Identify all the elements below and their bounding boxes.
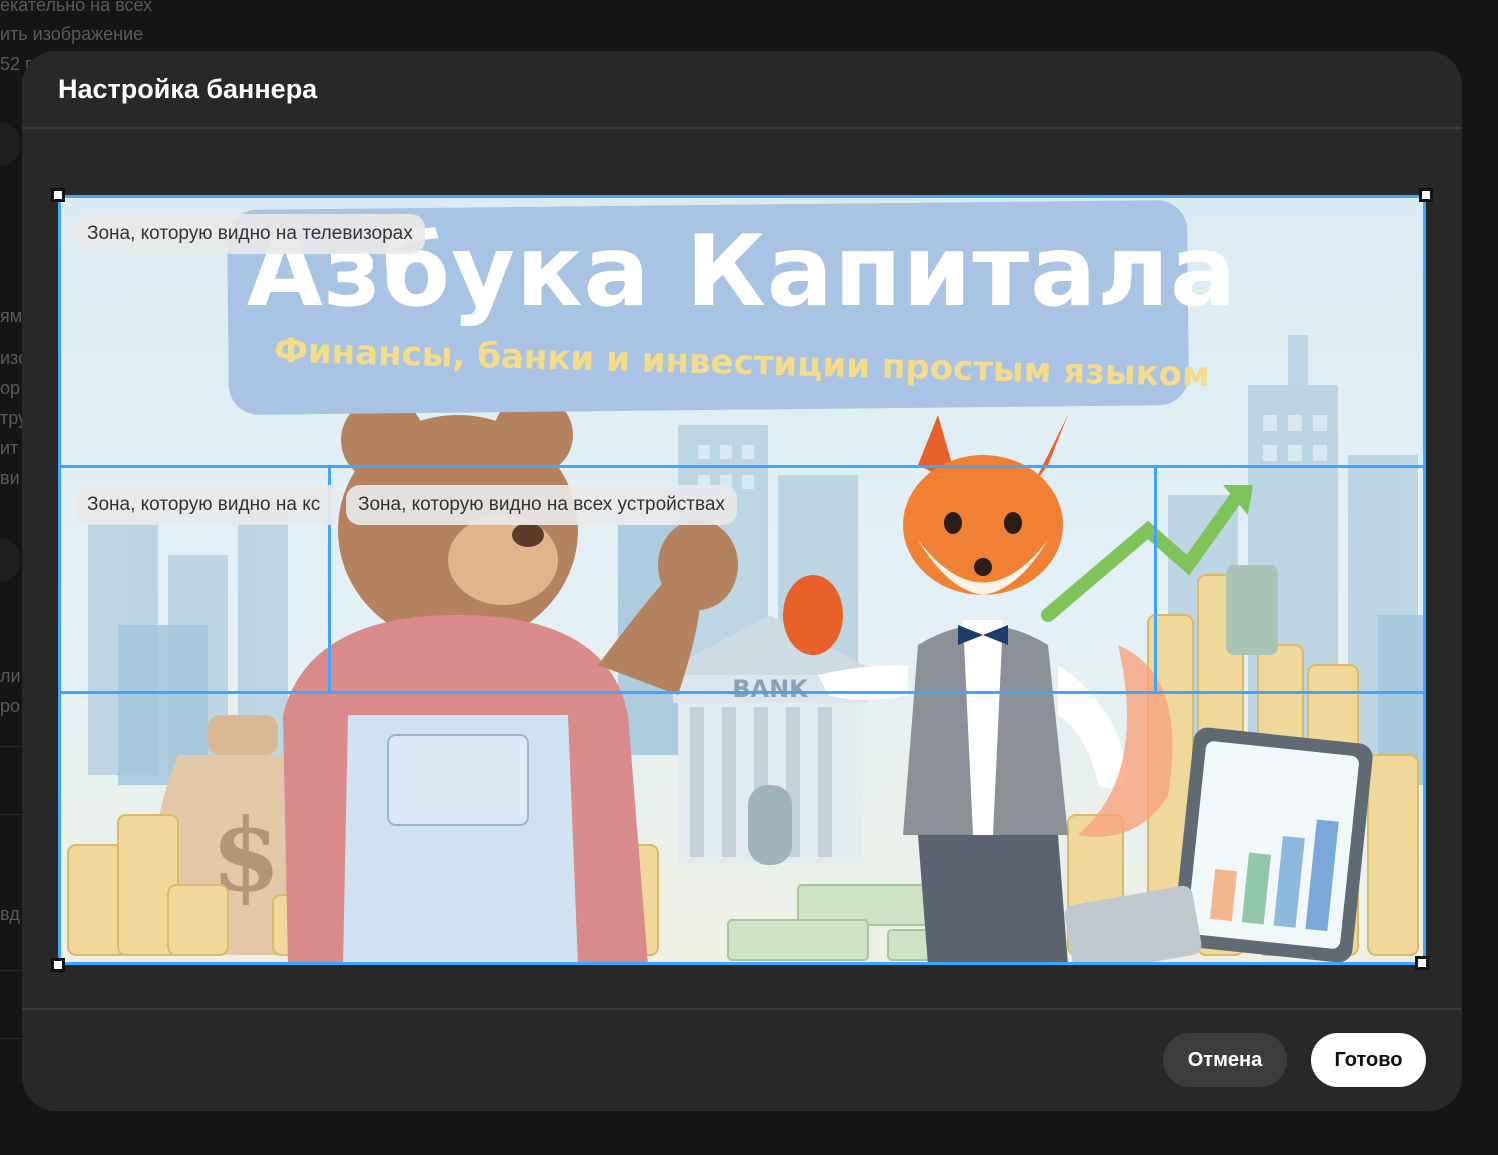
resize-handle-top-left[interactable] (51, 188, 65, 202)
cancel-button[interactable]: Отмена (1163, 1033, 1287, 1087)
all-devices-zone-right-line (1154, 465, 1157, 694)
desktop-zone-label: Зона, которую видно на кс (75, 485, 335, 525)
bg-divider (0, 746, 22, 747)
done-button[interactable]: Готово (1311, 1033, 1426, 1087)
bg-divider (0, 814, 22, 815)
bg-text: екательно на всех (0, 0, 153, 15)
bg-text: вд (0, 904, 20, 924)
dialog-title: Настройка баннера (58, 74, 318, 104)
bg-text: ви (0, 468, 20, 488)
header-divider (22, 127, 1462, 129)
banner-settings-dialog: Настройка баннера BANK $ Азбука Капитала… (22, 51, 1462, 1111)
resize-handle-bottom-right[interactable] (1415, 956, 1429, 970)
background-avatar (0, 122, 20, 166)
resize-handle-top-right[interactable] (1419, 188, 1433, 202)
bg-text: ит (0, 438, 19, 458)
banner-crop-area[interactable]: BANK $ Азбука Капитала Финансы, банки и … (51, 188, 1433, 972)
all-devices-zone-label: Зона, которую видно на всех устройствах (346, 485, 737, 525)
desktop-zone-top-line (58, 465, 1426, 468)
bg-text: ить изображение (0, 24, 144, 44)
footer-divider (22, 1008, 1462, 1010)
tv-zone-label: Зона, которую видно на телевизорах (75, 214, 425, 254)
tv-zone-frame[interactable] (58, 195, 1426, 965)
bg-text: ям (0, 306, 23, 326)
background-avatar (0, 538, 20, 582)
bg-text: ли (0, 666, 21, 686)
desktop-zone-bottom-line (58, 691, 1426, 694)
bg-divider (0, 1038, 22, 1039)
bg-text: ро (0, 696, 21, 716)
resize-handle-bottom-left[interactable] (51, 958, 65, 972)
bg-text: ор (0, 378, 21, 398)
bg-divider (0, 970, 22, 971)
